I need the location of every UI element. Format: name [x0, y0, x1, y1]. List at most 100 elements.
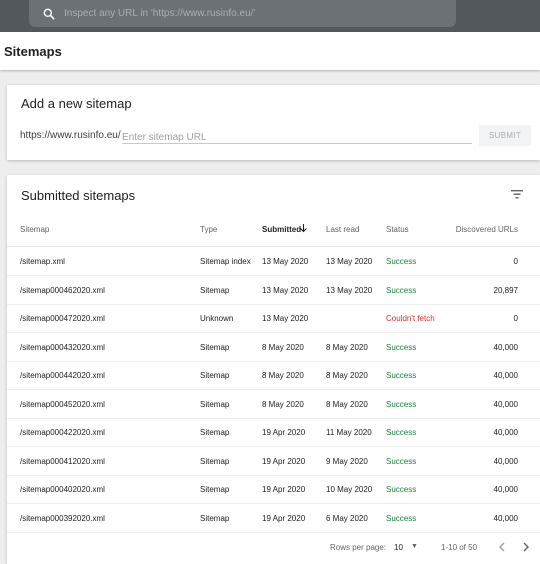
rows-per-page-select[interactable]: 10 [394, 543, 403, 552]
cell-sitemap: /sitemap000392020.xml [20, 513, 105, 523]
cell-submitted: 19 Apr 2020 [262, 456, 306, 466]
cell-type: Sitemap [200, 285, 230, 295]
sitemap-url-field[interactable] [122, 127, 472, 146]
column-header-status[interactable]: Status [386, 225, 409, 234]
cell-submitted: 19 Apr 2020 [262, 513, 306, 523]
sitemap-url-prefix: https://www.rusinfo.eu/ [20, 130, 121, 141]
column-header-discovered-urls[interactable]: Discovered URLs [444, 225, 518, 234]
sitemap-url-input[interactable] [122, 129, 472, 146]
cell-submitted: 13 May 2020 [262, 314, 309, 323]
table-row[interactable]: /sitemap000452020.xml Sitemap 8 May 2020 8 … [7, 390, 540, 419]
cell-type: Sitemap [200, 428, 230, 437]
pagination-range: 1-10 of 50 [441, 543, 478, 552]
cell-status: Success [386, 513, 417, 523]
page-title: Sitemaps [4, 44, 62, 59]
cell-status: Success [386, 285, 417, 295]
table-row[interactable]: /sitemap000422020.xml Sitemap 19 Apr 2020 1… [7, 418, 540, 447]
cell-type: Sitemap [200, 456, 230, 466]
next-page-button[interactable] [521, 541, 531, 556]
table-header: Sitemap Type Submitted Last read Status … [7, 215, 540, 247]
submit-button[interactable]: SUBMIT [479, 125, 531, 146]
search-icon [39, 4, 59, 24]
cell-submitted: 19 Apr 2020 [262, 428, 306, 437]
chevron-left-icon [499, 542, 505, 552]
cell-type: Sitemap [200, 485, 230, 494]
cell-sitemap: /sitemap000462020.xml [20, 285, 105, 295]
cell-submitted: 8 May 2020 [262, 371, 304, 380]
cell-sitemap: /sitemap000402020.xml [20, 485, 105, 494]
cell-last-read: 8 May 2020 [326, 399, 368, 409]
cell-discovered-urls: 40,000 [493, 513, 518, 523]
table-row[interactable]: /sitemap000472020.xml Unknown 13 May 2020 C… [7, 304, 540, 333]
cell-last-read: 6 May 2020 [326, 513, 368, 523]
cell-type: Unknown [200, 314, 234, 323]
cell-discovered-urls: 40,000 [493, 399, 518, 409]
chevron-right-icon [523, 542, 529, 552]
cell-discovered-urls: 40,000 [493, 485, 518, 494]
cell-status: Success [386, 456, 417, 466]
cell-last-read: 13 May 2020 [326, 257, 373, 266]
add-sitemap-title: Add a new sitemap [21, 96, 132, 111]
cell-discovered-urls: 40,000 [493, 371, 518, 380]
cell-discovered-urls: 20,897 [493, 285, 518, 295]
cell-discovered-urls: 40,000 [493, 342, 518, 352]
table-row[interactable]: /sitemap000402020.xml Sitemap 19 Apr 2020 1… [7, 475, 540, 504]
cell-status: Couldn't fetch [386, 314, 435, 323]
rows-per-page-label: Rows per page: [330, 543, 387, 552]
cell-submitted: 13 May 2020 [262, 285, 309, 295]
cell-discovered-urls: 0 [513, 314, 518, 323]
table-row[interactable]: /sitemap000412020.xml Sitemap 19 Apr 2020 9… [7, 447, 540, 476]
table-row[interactable]: /sitemap000392020.xml Sitemap 19 Apr 2020 6… [7, 504, 540, 533]
cell-discovered-urls: 40,000 [493, 428, 518, 437]
column-header-type[interactable]: Type [200, 225, 217, 234]
cell-sitemap: /sitemap000422020.xml [20, 428, 105, 437]
cell-sitemap: /sitemap.xml [20, 257, 65, 266]
cell-submitted: 8 May 2020 [262, 342, 304, 352]
cell-sitemap: /sitemap000442020.xml [20, 371, 105, 380]
table-row[interactable]: /sitemap000442020.xml Sitemap 8 May 2020 8 … [7, 361, 540, 390]
cell-last-read: 8 May 2020 [326, 342, 368, 352]
arrow-down-icon[interactable] [299, 223, 308, 235]
column-header-last-read[interactable]: Last read [326, 225, 359, 234]
page-header: Sitemaps [0, 32, 540, 70]
url-inspect-search[interactable]: Inspect any URL in 'https://www.rusinfo.… [29, 0, 456, 27]
search-input[interactable]: Inspect any URL in 'https://www.rusinfo.… [64, 8, 255, 19]
cell-last-read: 10 May 2020 [326, 485, 373, 494]
cell-discovered-urls: 0 [513, 257, 518, 266]
submitted-sitemaps-title: Submitted sitemaps [21, 188, 136, 203]
chevron-down-icon[interactable]: ▼ [411, 543, 418, 550]
cell-discovered-urls: 40,000 [493, 456, 518, 466]
cell-type: Sitemap [200, 513, 230, 523]
cell-submitted: 8 May 2020 [262, 399, 304, 409]
cell-sitemap: /sitemap000432020.xml [20, 342, 105, 352]
cell-status: Success [386, 257, 417, 266]
cell-sitemap: /sitemap000472020.xml [20, 314, 105, 323]
previous-page-button[interactable] [497, 541, 507, 556]
cell-sitemap: /sitemap000452020.xml [20, 399, 105, 409]
table-row[interactable]: /sitemap000462020.xml Sitemap 13 May 2020 1… [7, 276, 540, 305]
table-row[interactable]: /sitemap.xml Sitemap index 13 May 2020 13 M… [7, 247, 540, 276]
table-row[interactable]: /sitemap000432020.xml Sitemap 8 May 2020 8 … [7, 333, 540, 362]
cell-type: Sitemap [200, 399, 230, 409]
add-sitemap-card: Add a new sitemap https://www.rusinfo.eu… [7, 85, 540, 160]
cell-type: Sitemap [200, 371, 230, 380]
cell-status: Success [386, 428, 417, 437]
table-pagination: Rows per page: 10 ▼ 1-10 of 50 [7, 532, 540, 564]
cell-submitted: 19 Apr 2020 [262, 485, 306, 494]
cell-status: Success [386, 485, 417, 494]
cell-last-read: 11 May 2020 [326, 428, 372, 437]
top-bar: Inspect any URL in 'https://www.rusinfo.… [0, 0, 540, 32]
cell-type: Sitemap index [200, 257, 251, 266]
cell-type: Sitemap [200, 342, 230, 352]
filter-icon[interactable] [510, 187, 524, 201]
cell-status: Success [386, 371, 417, 380]
submitted-sitemaps-card: Submitted sitemaps Sitemap Type Submitte… [7, 175, 540, 564]
cell-status: Success [386, 342, 417, 352]
column-header-sitemap[interactable]: Sitemap [20, 225, 49, 234]
cell-last-read: 8 May 2020 [326, 371, 368, 380]
cell-last-read: 9 May 2020 [326, 456, 368, 466]
cell-sitemap: /sitemap000412020.xml [20, 456, 105, 466]
column-header-submitted[interactable]: Submitted [262, 225, 301, 234]
cell-status: Success [386, 399, 417, 409]
cell-last-read: 13 May 2020 [326, 285, 373, 295]
